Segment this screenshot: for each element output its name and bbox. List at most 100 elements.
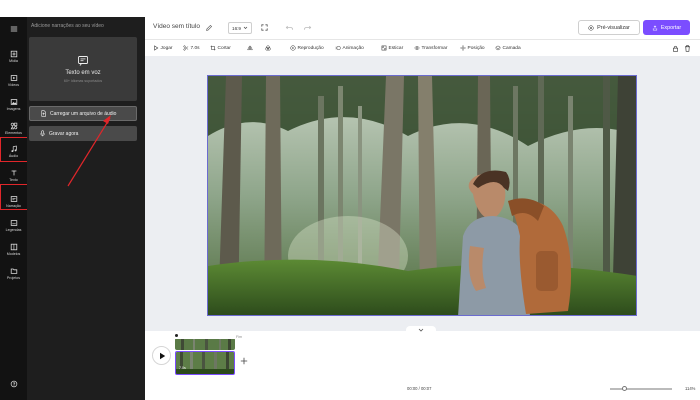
record-now-label: Gravar agora	[49, 130, 79, 137]
rail-item-subtitles[interactable]: Legendas	[0, 213, 27, 237]
status-bar: 00:00 / 00:07 114%	[145, 386, 700, 400]
tool-animation[interactable]: Animação	[335, 43, 364, 53]
clip-thumbnail	[175, 339, 235, 350]
rail-label: Áudio	[8, 153, 19, 158]
rail-item-elements[interactable]: Elementos	[0, 116, 27, 140]
text-to-speech-card[interactable]: Texto em voz 60+ idiomas suportados	[29, 37, 137, 101]
image-icon	[10, 98, 17, 105]
rail-label: Vídeos	[7, 82, 20, 87]
video-icon	[10, 74, 17, 81]
timeline: Fim 7.0s	[145, 334, 700, 386]
lock-icon[interactable]	[672, 45, 679, 52]
narration-panel: Adicione narrações ao seu vídeo Texto em…	[27, 17, 145, 400]
clip-thumbnail	[176, 352, 234, 374]
trash-icon[interactable]	[684, 45, 691, 52]
text-icon	[11, 170, 16, 175]
preview-button[interactable]: Pré-visualizar	[578, 20, 640, 35]
rail-label: Narração	[6, 203, 21, 208]
timeline-clip-secondary[interactable]	[175, 338, 235, 350]
tool-crop[interactable]: Cortar	[210, 43, 231, 53]
rail-label: Projetos	[6, 275, 21, 280]
filter-icon	[265, 45, 271, 51]
upload-file-icon	[41, 110, 46, 117]
tool-stretch[interactable]: Esticar	[381, 43, 403, 53]
rail-item-videos[interactable]: Vídeos	[0, 68, 27, 92]
tool-animation-label: Animação	[342, 45, 364, 51]
playback-icon	[290, 45, 296, 51]
rail-item-text[interactable]: Texto	[0, 163, 27, 187]
tool-crop-label: Cortar	[217, 45, 231, 51]
tool-flip[interactable]	[247, 43, 255, 53]
position-icon	[460, 45, 466, 51]
fullscreen-icon[interactable]	[260, 23, 269, 32]
record-now-button[interactable]: Gravar agora	[29, 126, 137, 141]
add-clip-button[interactable]	[237, 354, 251, 368]
play-icon	[159, 352, 165, 359]
left-rail: Mídia Vídeos Imagens Elementos Áudio Tex…	[0, 17, 27, 400]
layer-icon	[495, 45, 501, 51]
tts-title: Texto em voz	[65, 70, 101, 76]
zoom-level: 114%	[685, 386, 696, 391]
narration-icon	[10, 195, 17, 202]
tool-position-label: Posição	[467, 45, 485, 51]
edit-toolbar: Jogar 7.0s Cortar Reprodução Animação Es…	[145, 40, 700, 56]
panel-title: Adicione narrações ao seu vídeo	[31, 23, 104, 29]
rail-item-audio[interactable]: Áudio	[0, 139, 27, 163]
rail-label: Imagens	[6, 106, 21, 111]
tool-playback[interactable]: Reprodução	[290, 43, 324, 53]
zoom-slider-track[interactable]	[610, 388, 672, 390]
pencil-icon[interactable]	[205, 24, 213, 32]
split-icon	[183, 45, 189, 51]
chevron-down-icon	[243, 26, 248, 29]
zoom-slider-handle[interactable]	[622, 386, 627, 391]
upload-audio-button[interactable]: Carregar um arquivo de áudio	[29, 106, 137, 121]
rail-item-images[interactable]: Imagens	[0, 92, 27, 116]
tool-playback-label: Reprodução	[297, 45, 324, 51]
tool-filter[interactable]	[265, 43, 273, 53]
video-title[interactable]: Vídeo sem título	[153, 23, 200, 30]
playback-time: 00:00 / 00:07	[407, 386, 432, 391]
undo-icon[interactable]	[285, 23, 294, 32]
export-label: Exportar	[660, 24, 682, 31]
rail-menu-button[interactable]	[0, 17, 27, 41]
video-editor-app: Mídia Vídeos Imagens Elementos Áudio Tex…	[0, 0, 700, 400]
tool-layer[interactable]: Camada	[495, 43, 521, 53]
aspect-ratio-value: 16:9	[232, 25, 241, 31]
microphone-icon	[40, 130, 45, 137]
top-bar: Vídeo sem título 16:9 Pré-visualizar Exp…	[145, 17, 700, 40]
tool-position[interactable]: Posição	[460, 43, 485, 53]
timeline-collapse-tab[interactable]	[406, 326, 436, 334]
elements-icon	[10, 122, 17, 129]
timeline-play-button[interactable]	[152, 346, 171, 365]
rail-label: Elementos	[5, 130, 22, 135]
redo-icon[interactable]	[303, 23, 312, 32]
video-preview[interactable]	[207, 75, 637, 316]
rail-item-projects[interactable]: Projetos	[0, 261, 27, 285]
subtitles-icon	[10, 219, 17, 226]
tool-stretch-label: Esticar	[388, 45, 404, 51]
rail-label: Texto	[9, 177, 18, 182]
timeline-clip-main[interactable]: 7.0s	[175, 351, 235, 375]
chevron-down-icon	[418, 328, 424, 332]
play-icon	[154, 45, 159, 51]
rail-item-media[interactable]: Mídia	[0, 44, 27, 68]
timeline-end-label: Fim	[236, 335, 242, 339]
tool-layer-label: Camada	[502, 45, 521, 51]
folder-icon	[10, 268, 17, 274]
preview-label: Pré-visualizar	[597, 24, 630, 31]
hamburger-icon	[10, 26, 17, 32]
rail-item-narration[interactable]: Narração	[0, 189, 27, 213]
aspect-ratio-dropdown[interactable]: 16:9	[228, 22, 252, 34]
playhead-marker[interactable]	[175, 334, 178, 337]
text-to-speech-icon	[78, 56, 88, 66]
media-icon	[10, 50, 17, 57]
tts-subtitle: 60+ idiomas suportados	[63, 79, 103, 83]
plus-icon	[240, 357, 248, 365]
animation-icon	[335, 45, 341, 51]
rail-help-button[interactable]	[0, 372, 27, 396]
tool-transform[interactable]: Transformar	[414, 43, 447, 53]
export-button[interactable]: Exportar	[643, 20, 690, 35]
tool-split[interactable]: 7.0s	[183, 43, 200, 53]
rail-item-templates[interactable]: Modelos	[0, 237, 27, 261]
tool-play[interactable]: Jogar	[153, 43, 173, 53]
